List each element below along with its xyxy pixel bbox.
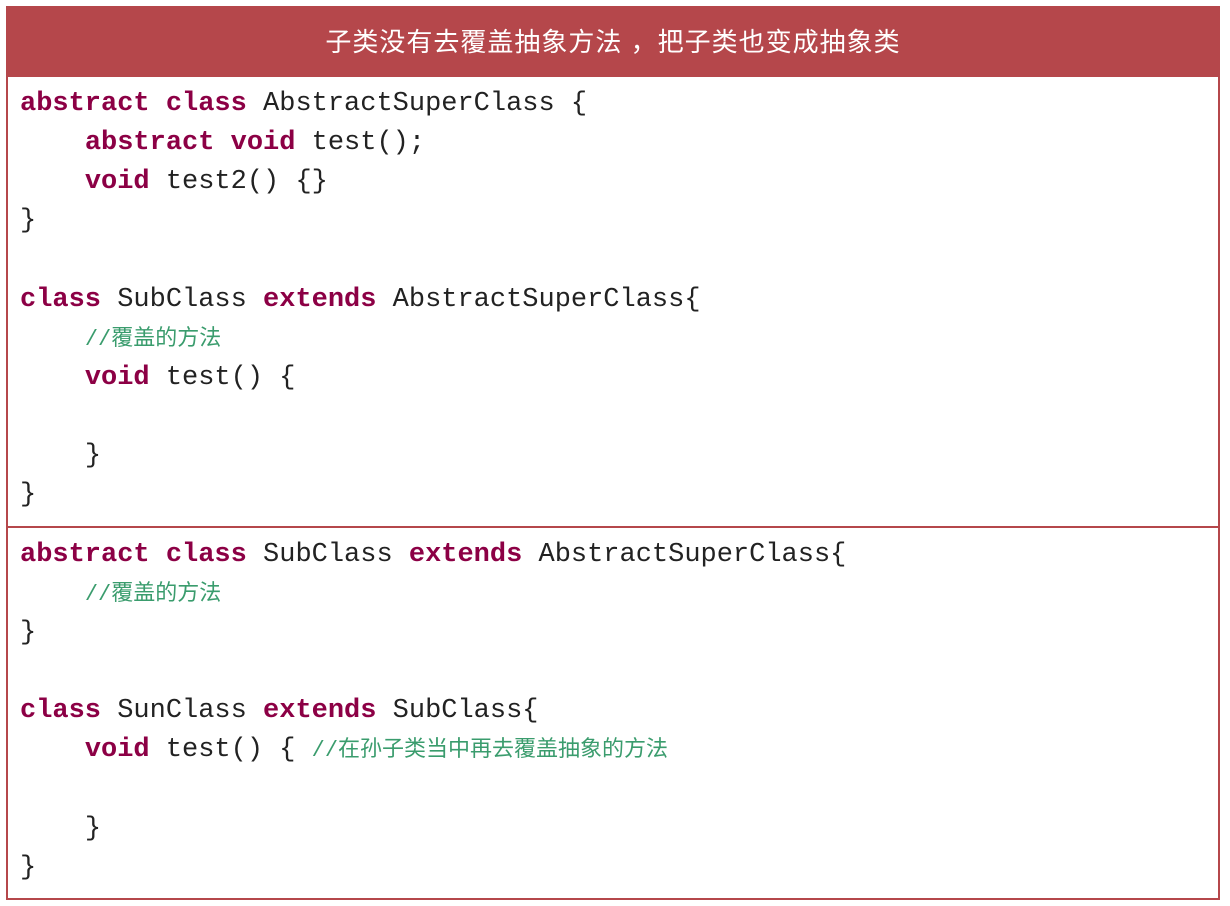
code-keyword: class (166, 540, 247, 570)
code-token (101, 696, 117, 726)
code-token (20, 363, 85, 393)
code-token: } (20, 618, 36, 648)
code-keyword: extends (263, 696, 376, 726)
code-token: test() { (166, 363, 296, 393)
code-token (376, 285, 392, 315)
code-text-top: abstract class AbstractSuperClass { abst… (20, 85, 1206, 516)
code-token: } (85, 814, 101, 844)
code-token: } (20, 853, 36, 883)
code-block-top: abstract class AbstractSuperClass { abst… (8, 75, 1218, 526)
code-token (20, 579, 85, 609)
code-token (214, 128, 230, 158)
code-token: } (20, 480, 36, 510)
code-keyword: extends (263, 285, 376, 315)
code-token: AbstractSuperClass { (263, 89, 587, 119)
code-token: SubClass (117, 285, 263, 315)
code-keyword: class (20, 696, 101, 726)
code-token: SubClass (263, 540, 409, 570)
code-token: test2() {} (166, 167, 328, 197)
code-keyword: void (85, 167, 150, 197)
code-token (20, 167, 85, 197)
code-keyword: void (85, 363, 150, 393)
code-token (295, 128, 311, 158)
page-title: 子类没有去覆盖抽象方法 ，把子类也变成抽象类 (8, 8, 1218, 75)
code-text-bottom: abstract class SubClass extends Abstract… (20, 536, 1206, 888)
document-box: 子类没有去覆盖抽象方法 ，把子类也变成抽象类 abstract class Ab… (6, 6, 1220, 900)
code-comment: //覆盖的方法 (85, 582, 221, 607)
code-block-bottom: abstract class SubClass extends Abstract… (8, 526, 1218, 898)
code-token (101, 285, 117, 315)
code-token: test() { (166, 735, 312, 765)
code-token (247, 89, 263, 119)
code-token (20, 324, 85, 354)
code-keyword: abstract (20, 89, 150, 119)
code-token: } (85, 441, 101, 471)
code-token: SubClass{ (393, 696, 539, 726)
code-token: AbstractSuperClass{ (539, 540, 847, 570)
code-token (150, 540, 166, 570)
code-comment: //在孙子类当中再去覆盖抽象的方法 (312, 738, 668, 763)
code-keyword: class (166, 89, 247, 119)
code-keyword: extends (409, 540, 522, 570)
code-token (522, 540, 538, 570)
code-token (20, 441, 85, 471)
code-token: SunClass (117, 696, 263, 726)
code-token: } (20, 206, 36, 236)
code-token (20, 814, 85, 844)
code-keyword: class (20, 285, 101, 315)
code-token (376, 696, 392, 726)
code-token (20, 128, 85, 158)
code-keyword: abstract (20, 540, 150, 570)
code-keyword: void (231, 128, 296, 158)
code-token (150, 363, 166, 393)
code-token: AbstractSuperClass{ (393, 285, 701, 315)
code-token: test(); (312, 128, 425, 158)
code-token (150, 89, 166, 119)
code-keyword: abstract (85, 128, 215, 158)
code-token (150, 735, 166, 765)
code-token (247, 540, 263, 570)
code-token (20, 735, 85, 765)
code-keyword: void (85, 735, 150, 765)
code-token (150, 167, 166, 197)
code-comment: //覆盖的方法 (85, 327, 221, 352)
